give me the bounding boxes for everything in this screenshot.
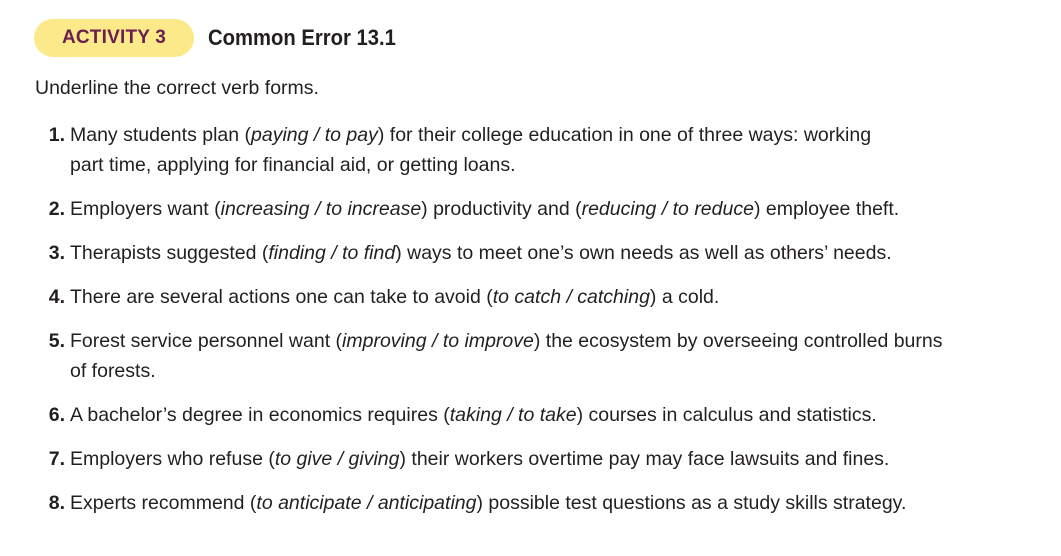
sentence-fragment: ) productivity and (	[421, 198, 582, 220]
sentence-fragment: Experts recommend (	[70, 492, 257, 514]
sentence-fragment: ) their workers overtime pay may face la…	[399, 448, 890, 470]
sentence-fragment: ) a cold.	[649, 286, 720, 308]
exercise-number: 3.	[48, 242, 65, 264]
exercise-sentence: Therapists suggested (finding / to find)…	[70, 238, 1030, 268]
sentence-fragment: of forests.	[70, 360, 156, 382]
sentence-fragment: Forest service personnel want (	[70, 330, 343, 352]
sentence-fragment: A bachelor’s degree in economics require…	[70, 404, 450, 426]
sentence-fragment: Therapists suggested (	[70, 242, 269, 264]
exercise-sentence: There are several actions one can take t…	[70, 282, 1030, 312]
exercise-number: 2.	[48, 198, 65, 220]
exercise-sentence: A bachelor’s degree in economics require…	[70, 400, 1030, 430]
sentence-fragment: ) employee theft.	[753, 198, 900, 220]
verb-choices[interactable]: taking / to take	[450, 404, 577, 426]
sentence-fragment: ) possible test questions as a study ski…	[476, 492, 907, 514]
verb-choices[interactable]: to catch / catching	[493, 286, 650, 308]
sentence-fragment: There are several actions one can take t…	[70, 286, 493, 308]
exercise-sentence: Employers want (increasing / to increase…	[70, 194, 1030, 224]
verb-choices[interactable]: to anticipate / anticipating	[256, 492, 476, 514]
activity-badge: ACTIVITY 3	[34, 19, 194, 57]
instructions: Underline the correct verb forms.	[35, 77, 319, 99]
exercise-sentence: Employers who refuse (to give / giving) …	[70, 444, 1030, 474]
sentence-fragment: Employers want (	[70, 198, 221, 220]
exercise-number: 1.	[48, 124, 65, 146]
verb-choices[interactable]: reducing / to reduce	[582, 198, 754, 220]
exercise-number: 7.	[48, 448, 65, 470]
activity-title: Common Error 13.1	[208, 25, 396, 50]
sentence-fragment: ) ways to meet one’s own needs as well a…	[395, 242, 892, 264]
exercise-sentence: Experts recommend (to anticipate / antic…	[70, 488, 1030, 518]
exercise-number: 8.	[48, 492, 65, 514]
exercise-sentence: Forest service personnel want (improving…	[70, 326, 1030, 386]
sentence-fragment: ) courses in calculus and statistics.	[576, 404, 877, 426]
sentence-fragment: ) for their college education in one of …	[377, 124, 872, 146]
verb-choices[interactable]: improving / to improve	[342, 330, 534, 352]
activity-header: ACTIVITY 3 Common Error 13.1	[34, 19, 412, 57]
exercise-number: 5.	[48, 330, 65, 352]
exercise-number: 4.	[48, 286, 65, 308]
verb-choices[interactable]: paying / to pay	[251, 124, 378, 146]
exercise-number: 6.	[48, 404, 65, 426]
verb-choices[interactable]: finding / to find	[268, 242, 395, 264]
verb-choices[interactable]: increasing / to increase	[221, 198, 422, 220]
sentence-fragment: ) the ecosystem by overseeing controlled…	[533, 330, 943, 352]
sentence-fragment: Many students plan (	[70, 124, 252, 146]
sentence-fragment: part time, applying for financial aid, o…	[70, 154, 516, 176]
sentence-fragment: Employers who refuse (	[70, 448, 275, 470]
verb-choices[interactable]: to give / giving	[275, 448, 400, 470]
exercise-sentence: Many students plan (paying / to pay) for…	[70, 120, 1030, 180]
